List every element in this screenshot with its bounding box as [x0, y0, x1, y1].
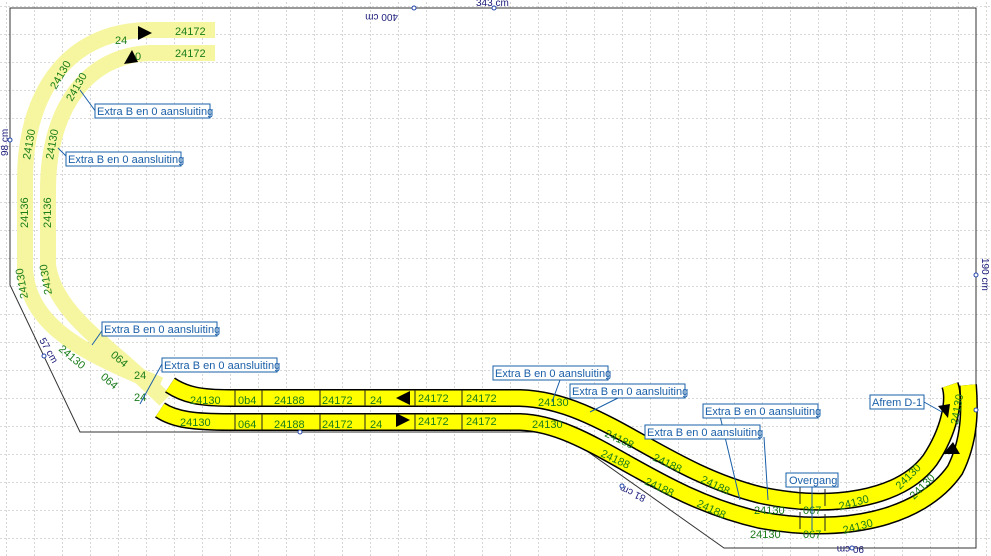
track-number: 0b4	[238, 395, 256, 407]
callout-label[interactable]: Extra B en 0 aansluiting	[68, 154, 184, 166]
track-number: 24130	[180, 417, 211, 429]
track-number: 24172	[322, 419, 353, 431]
callout-label[interactable]: Extra B en 0 aansluiting	[705, 406, 821, 418]
track-number: 24130	[190, 395, 221, 407]
layout-canvas[interactable]: 24172 24172 24 0 24130 24130 24130 24130…	[0, 0, 991, 556]
callout-label[interactable]: Extra B en 0 aansluiting	[97, 106, 213, 118]
callout-label[interactable]: Extra B en 0 aansluiting	[104, 324, 220, 336]
track-number: 064	[238, 419, 256, 431]
dimension-label: 190 cm	[979, 258, 990, 291]
grid-background	[0, 0, 991, 556]
track-number: 24172	[175, 26, 206, 38]
track-number: 24130	[532, 419, 563, 431]
track-number: 24130	[750, 529, 781, 541]
callout-label[interactable]: Extra B en 0 aansluiting	[164, 360, 280, 372]
overgang-label[interactable]: Overgang	[789, 475, 837, 487]
callout-label[interactable]: Extra B en 0 aansluiting	[495, 368, 611, 380]
track-number: 24188	[274, 419, 305, 431]
track-number: 24172	[418, 416, 449, 428]
afrem-label[interactable]: Afrem D-1	[872, 397, 922, 409]
track-number: 24	[115, 35, 127, 47]
track-number: 24	[134, 370, 146, 382]
track-number: 24	[134, 392, 146, 404]
track-number: 24136	[42, 197, 54, 228]
track-number: 0	[135, 51, 141, 63]
callout-label[interactable]: Extra B en 0 aansluiting	[572, 386, 688, 398]
track-number: 24172	[466, 393, 497, 405]
track-number: 24188	[274, 395, 305, 407]
track-number: 24136	[19, 197, 31, 228]
track-number: 067	[803, 529, 821, 541]
dimension-label: 400 cm	[365, 11, 398, 22]
track-number: 24	[370, 419, 382, 431]
track-number: 24130	[754, 505, 785, 517]
track-number: 24172	[322, 395, 353, 407]
track-number: 24172	[418, 393, 449, 405]
track-number: 24172	[466, 416, 497, 428]
callout-label[interactable]: Extra B en 0 aansluiting	[647, 427, 763, 439]
track-number: 24172	[175, 48, 206, 60]
track-number: 24	[370, 395, 382, 407]
